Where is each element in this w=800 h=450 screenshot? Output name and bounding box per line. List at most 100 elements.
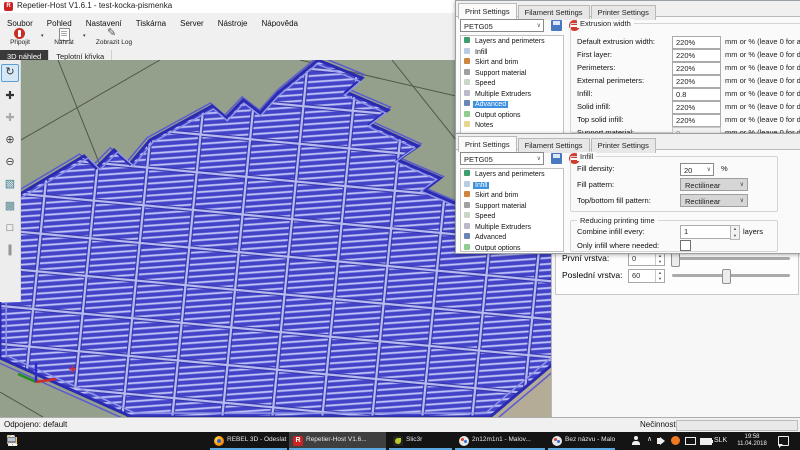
connect-dropdown-caret[interactable]: ▾ <box>41 33 44 39</box>
viewport-tool-button[interactable]: □ <box>2 220 18 236</box>
section-icon <box>464 202 470 208</box>
stepper-arrows-icon[interactable]: ▲▼ <box>655 253 664 265</box>
people-icon[interactable] <box>632 436 640 446</box>
load-dropdown-caret[interactable]: ▾ <box>83 33 86 39</box>
volume-icon[interactable] <box>657 438 661 444</box>
settings-section-item[interactable]: Layers and perimeters <box>461 170 563 181</box>
combine-infill-field[interactable]: 1 ▲▼ <box>680 225 731 239</box>
fill-density-combobox[interactable]: 20 ∨ <box>680 163 714 176</box>
settings-section-item[interactable]: Speed <box>461 79 563 90</box>
viewport-tool-button[interactable]: ✚ <box>2 110 18 126</box>
viewport-tool-button[interactable]: ▩ <box>2 198 18 214</box>
section-icon <box>464 58 470 64</box>
section-icon <box>464 170 470 176</box>
settings-section-item[interactable]: Support material <box>461 202 563 213</box>
settings-section-item[interactable]: Support material <box>461 69 563 80</box>
setting-input[interactable]: 0.8 <box>672 88 721 101</box>
settings-tab[interactable]: Printer Settings <box>591 138 656 153</box>
clock[interactable]: 19:58 11.04.2018 <box>732 434 772 448</box>
connect-button[interactable]: Připojit <box>2 27 38 46</box>
settings-section-item[interactable]: Infill <box>461 48 563 59</box>
extrusion-width-group: Extrusion width Default extrusion width:… <box>570 23 800 133</box>
taskbar: e ✎ REBEL 3D - Odeslat... R Repetier-Hos… <box>0 432 800 450</box>
reducing-printing-time-group: Reducing printing time Combine infill ev… <box>570 220 778 252</box>
settings-section-item[interactable]: Multiple Extruders <box>461 90 563 101</box>
setting-row: Infill: 0.8 mm or % (leave 0 for default… <box>571 88 800 101</box>
settings-tab[interactable]: Filament Settings <box>518 138 590 153</box>
viewport-tool-button[interactable]: ⊕ <box>2 132 18 148</box>
only-infill-checkbox[interactable] <box>680 240 691 251</box>
setting-row: Default extrusion width: 220% mm or % (l… <box>571 36 800 49</box>
settings-tab[interactable]: Print Settings <box>458 3 517 19</box>
setting-input[interactable]: 220% <box>672 101 721 114</box>
settings-tab[interactable]: Printer Settings <box>591 5 656 20</box>
settings-section-item[interactable]: Layers and perimeters <box>461 37 563 48</box>
settings-section-item[interactable]: Speed <box>461 212 563 223</box>
taskbar-app-button[interactable]: Slic3r <box>389 432 452 450</box>
setting-row: First layer: 220% mm or % (leave 0 for d… <box>571 49 800 62</box>
save-preset-icon[interactable] <box>551 20 562 31</box>
viewport-tool-button[interactable]: ▧ <box>2 176 18 192</box>
settings-tab[interactable]: Print Settings <box>458 136 517 152</box>
taskbar-app-button[interactable]: 2n12m1n1 - Malov... <box>455 432 545 450</box>
taskbar-app-icon <box>552 436 562 446</box>
stepper-arrows-icon[interactable]: ▲▼ <box>655 270 664 282</box>
setting-input[interactable]: 220% <box>672 49 721 62</box>
hidden-icons-chevron[interactable]: ∧ <box>647 435 652 443</box>
settings-section-item[interactable]: Output options <box>461 244 563 253</box>
settings-tab[interactable]: Filament Settings <box>518 5 590 20</box>
app-icon: R <box>4 2 13 11</box>
viewport-tool-button[interactable]: ⊖ <box>2 154 18 170</box>
connect-icon <box>14 28 25 39</box>
setting-input[interactable]: 220% <box>672 114 721 127</box>
viewport-tool-button[interactable]: ∥ <box>2 242 18 258</box>
first-layer-slider-thumb[interactable] <box>671 252 680 267</box>
fill-pattern-dropdown[interactable]: Rectilinear ∨ <box>680 178 748 191</box>
section-icon <box>464 212 470 218</box>
settings-section-item[interactable]: Advanced <box>461 233 563 244</box>
section-icon <box>464 223 470 229</box>
first-layer-stepper[interactable]: 0 ▲▼ <box>628 252 665 266</box>
notification-center-icon[interactable] <box>778 436 789 446</box>
preset-combobox[interactable]: PETG05 ∨ <box>460 152 544 165</box>
first-layer-slider[interactable] <box>672 257 790 260</box>
taskbar-app-button[interactable]: REBEL 3D - Odeslat... <box>210 432 287 450</box>
slicer-settings-window-advanced: Print SettingsFilament SettingsPrinter S… <box>455 0 800 135</box>
viewport-tool-button[interactable]: ✚ <box>2 88 18 104</box>
settings-section-item[interactable]: Notes <box>461 121 563 132</box>
section-icon <box>464 181 470 187</box>
taskbar-app-button[interactable]: Bez názvu - Malová... <box>548 432 615 450</box>
preset-row: PETG05 ∨ <box>460 19 580 32</box>
setting-input[interactable]: 220% <box>672 36 721 49</box>
stepper-arrows-icon[interactable]: ▲▼ <box>730 225 740 240</box>
taskbar-app-button[interactable]: R Repetier-Host V1.6... <box>289 432 386 450</box>
viewport-tool-button[interactable]: ↻ <box>1 64 19 82</box>
settings-section-list: Layers and perimeters Infill Skirt and b… <box>460 168 564 252</box>
last-layer-label: Poslední vrstva: <box>562 270 622 280</box>
settings-section-item[interactable]: Output options <box>461 111 563 122</box>
taskbar-icon[interactable] <box>0 432 24 450</box>
setting-input[interactable]: 220% <box>672 62 721 75</box>
last-layer-slider[interactable] <box>672 274 790 277</box>
settings-section-item[interactable]: Multiple Extruders <box>461 223 563 234</box>
load-button[interactable]: Náhrát <box>48 27 80 46</box>
show-log-button[interactable]: ✎ Zobrazit Log <box>90 27 138 46</box>
last-layer-stepper[interactable]: 60 ▲▼ <box>628 269 665 283</box>
language-indicator[interactable]: SLK <box>714 437 727 444</box>
taskbar-app-icon: R <box>293 436 303 446</box>
battery-icon[interactable] <box>700 438 712 445</box>
section-icon <box>464 233 470 239</box>
display-icon[interactable] <box>685 437 696 445</box>
top-bottom-pattern-dropdown[interactable]: Rectilinear ∨ <box>680 194 748 207</box>
section-icon <box>464 111 470 117</box>
settings-section-item[interactable]: Infill <box>461 181 563 192</box>
setting-input[interactable]: 220% <box>672 75 721 88</box>
preset-combobox[interactable]: PETG05 ∨ <box>460 19 544 32</box>
last-layer-slider-thumb[interactable] <box>722 269 731 284</box>
settings-section-item[interactable]: Skirt and brim <box>461 58 563 69</box>
progress-bar <box>676 420 798 431</box>
save-preset-icon[interactable] <box>551 153 562 164</box>
antivirus-icon[interactable] <box>671 436 680 445</box>
settings-section-item[interactable]: Skirt and brim <box>461 191 563 202</box>
settings-section-item[interactable]: Advanced <box>461 100 563 111</box>
